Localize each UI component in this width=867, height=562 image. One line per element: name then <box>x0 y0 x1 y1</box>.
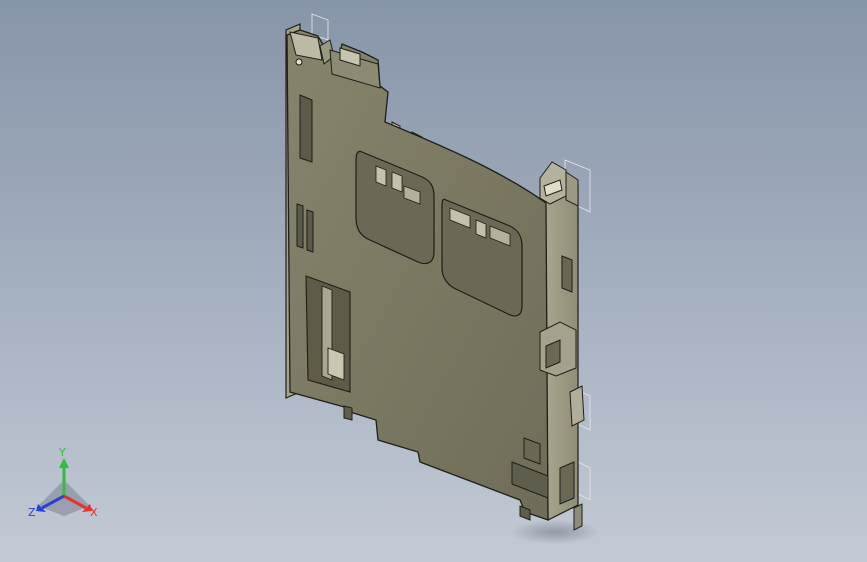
x-axis-label: X <box>90 506 98 519</box>
coordinate-triad[interactable]: Y X Z <box>24 446 104 526</box>
left-long-slot <box>299 94 313 163</box>
left-short-slot-2 <box>306 209 314 253</box>
y-axis-label: Y <box>58 446 66 459</box>
card-detect-tab <box>327 347 345 381</box>
right-top-latch <box>539 161 579 207</box>
left-short-slot <box>296 203 304 249</box>
3d-viewport[interactable]: Y X Z <box>0 0 867 562</box>
ground-shadow <box>510 520 600 544</box>
y-axis-arrow-icon <box>59 458 69 468</box>
sd-card-connector-model[interactable] <box>0 0 867 562</box>
z-axis-label: Z <box>28 506 36 519</box>
